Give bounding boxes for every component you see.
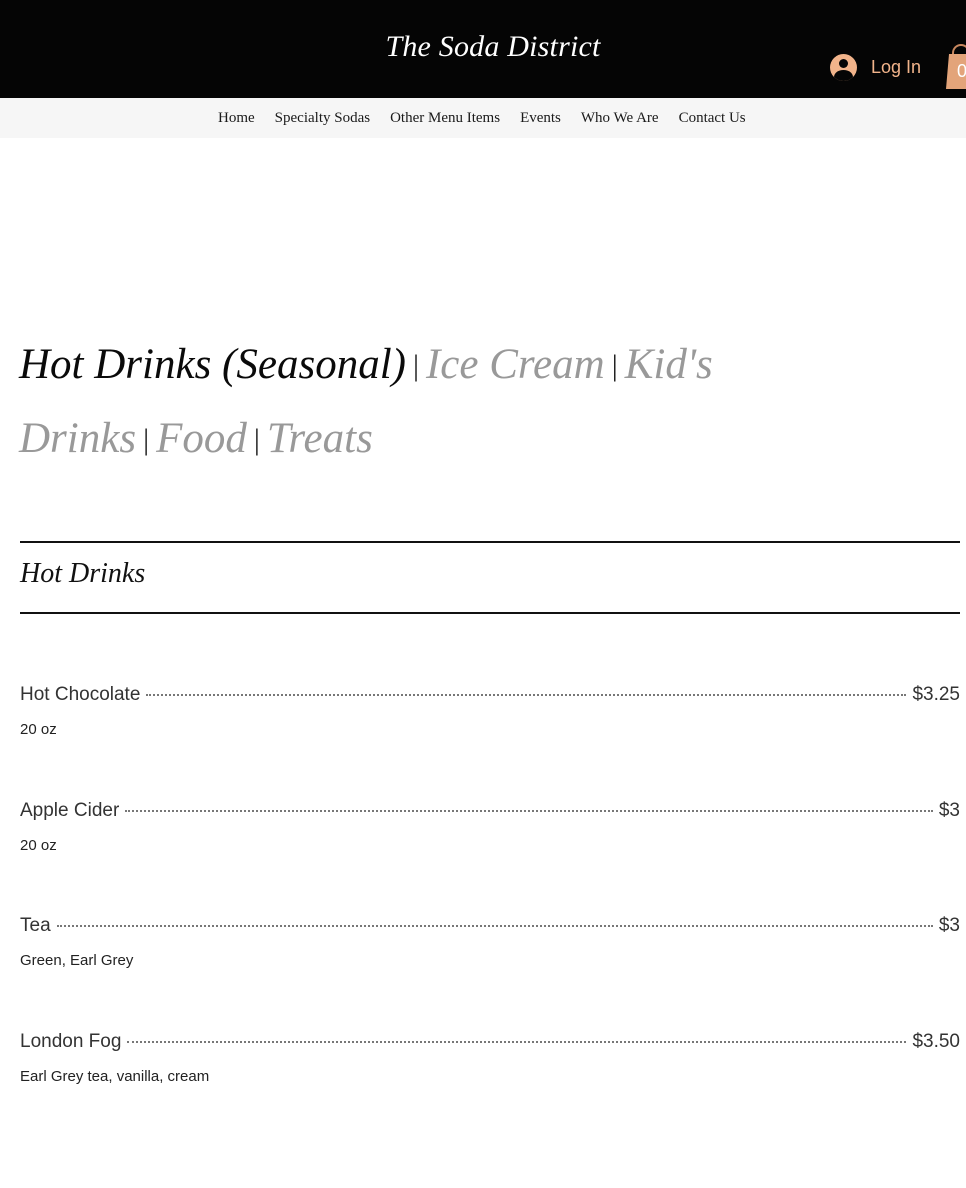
dotted-leader	[125, 810, 933, 812]
menu-item: Tea $3 Green, Earl Grey	[20, 915, 960, 969]
section-divider-top	[20, 541, 960, 543]
user-avatar-icon	[830, 53, 857, 81]
menu-item-name: Tea	[20, 915, 51, 936]
menu-item-price: $3	[938, 915, 960, 936]
menu-item-description: Green, Earl Grey	[20, 952, 134, 969]
dotted-leader	[56, 925, 933, 927]
menu-category-nav: Hot Drinks (Seasonal) | Ice Cream | Kid's Dr…	[19, 330, 964, 478]
nav-item-events[interactable]: Events	[510, 110, 571, 127]
dotted-leader	[127, 1041, 907, 1043]
category-separator: |	[412, 349, 419, 382]
nav-item-home[interactable]: Home	[208, 110, 265, 127]
menu-item-price: $3.25	[912, 684, 960, 705]
menu-item-name: London Fog	[20, 1031, 122, 1052]
menu-item-description: 20 oz	[20, 721, 57, 738]
category-separator: |	[611, 349, 618, 382]
menu-item: London Fog $3.50 Earl Grey tea, vanilla,…	[20, 1031, 960, 1085]
menu-item: Apple Cider $3 20 oz	[20, 800, 960, 854]
menu-item-description: 20 oz	[20, 837, 57, 854]
section-title: Hot Drinks	[20, 558, 146, 589]
menu-item-price: $3.50	[912, 1031, 960, 1052]
nav-item-other-menu-items[interactable]: Other Menu Items	[380, 110, 510, 127]
menu-item-description: Earl Grey tea, vanilla, cream	[20, 1068, 210, 1085]
menu-item-name: Hot Chocolate	[20, 684, 141, 705]
menu-item-price: $3	[938, 800, 960, 821]
cart-count: 0	[957, 61, 966, 81]
category-ice-cream[interactable]: Ice Cream	[426, 341, 605, 388]
cart-button[interactable]: 0	[946, 44, 966, 90]
category-hot-drinks-active[interactable]: Hot Drinks (Seasonal)	[19, 341, 406, 388]
section-divider-bottom	[20, 612, 960, 614]
login-label: Log In	[871, 56, 922, 77]
nav-item-contact-us[interactable]: Contact Us	[669, 110, 756, 127]
category-food[interactable]: Food	[156, 415, 247, 462]
category-treats[interactable]: Treats	[267, 415, 373, 462]
menu-item: Hot Chocolate $3.25 20 oz	[20, 684, 960, 738]
nav-item-who-we-are[interactable]: Who We Are	[571, 110, 669, 127]
site-header: The Soda District Log In 0	[0, 0, 966, 98]
category-separator: |	[143, 423, 150, 456]
menu-item-name: Apple Cider	[20, 800, 120, 821]
category-separator: |	[253, 423, 260, 456]
login-button[interactable]: Log In	[830, 52, 921, 82]
site-title[interactable]: The Soda District	[0, 30, 966, 64]
dotted-leader	[146, 694, 907, 696]
main-nav: Home Specialty Sodas Other Menu Items Ev…	[0, 98, 966, 138]
nav-item-specialty-sodas[interactable]: Specialty Sodas	[265, 110, 380, 127]
